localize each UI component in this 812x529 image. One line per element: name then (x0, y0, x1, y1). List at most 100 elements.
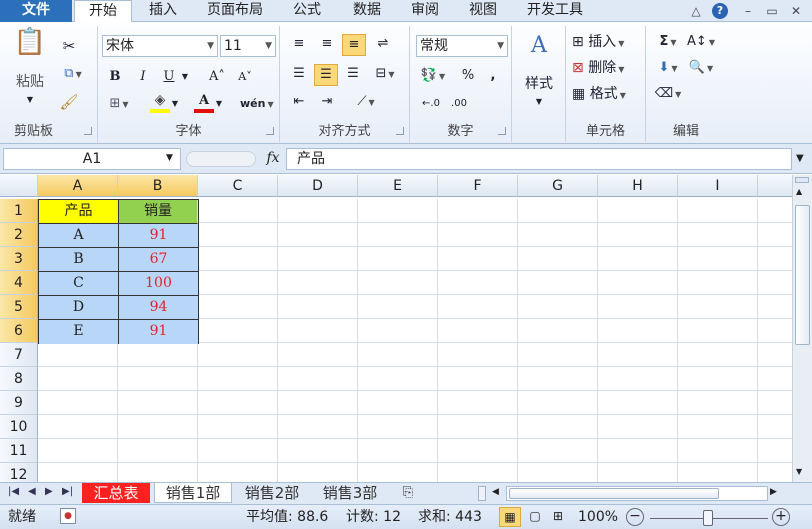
align-left-icon[interactable]: ☰ (288, 64, 310, 86)
table-cell-sales[interactable]: 94 (119, 296, 198, 320)
first-sheet-icon[interactable]: |◀ (8, 486, 19, 497)
increase-indent-icon[interactable]: ⇥ (316, 92, 338, 114)
table-cell-sales[interactable]: 100 (119, 272, 198, 296)
tab-insert[interactable]: 插入 (140, 0, 186, 22)
cut-icon[interactable]: ✂ (58, 36, 80, 58)
minimize-window-icon[interactable]: – (740, 3, 756, 19)
chevron-down-icon[interactable]: ▼ (170, 94, 180, 116)
row-header[interactable]: 2 (0, 223, 38, 247)
font-name-select[interactable]: 宋体 ▼ (102, 35, 218, 57)
dialog-launcher-icon[interactable] (498, 127, 506, 135)
bold-button[interactable]: B (104, 67, 126, 89)
next-sheet-icon[interactable]: ▶ (45, 486, 53, 497)
select-all-corner[interactable] (0, 175, 38, 197)
zoom-out-icon[interactable]: − (626, 508, 644, 526)
autosum-icon[interactable]: Σ ▼ (654, 32, 682, 54)
row-header[interactable]: 3 (0, 247, 38, 271)
close-window-icon[interactable]: ✕ (788, 3, 804, 19)
horizontal-scrollbar[interactable] (506, 486, 768, 501)
number-format-select[interactable]: 常规 ▼ (416, 35, 508, 57)
split-box[interactable] (795, 177, 809, 183)
scroll-up-icon[interactable]: ▲ (796, 187, 802, 196)
fill-color-icon[interactable]: ◈ (150, 92, 170, 113)
sheet-tab[interactable]: 汇总表 (82, 483, 150, 503)
column-header[interactable]: I (678, 175, 758, 197)
scroll-down-icon[interactable]: ▼ (796, 467, 802, 476)
scroll-right-icon[interactable]: ▶ (770, 487, 777, 497)
dialog-launcher-icon[interactable] (396, 127, 404, 135)
zoom-level[interactable]: 100% (578, 505, 618, 529)
name-box[interactable]: A1 (3, 148, 181, 170)
grow-font-button[interactable]: A˄ (204, 67, 230, 89)
expand-formula-bar-icon[interactable]: ▼ (796, 153, 804, 164)
column-header[interactable] (758, 175, 792, 197)
font-size-select[interactable]: 11 ▼ (220, 35, 276, 57)
zoom-slider-thumb[interactable] (703, 510, 713, 526)
increase-decimal-icon[interactable]: ←.0 (418, 94, 444, 116)
column-header[interactable]: D (278, 175, 358, 197)
table-cell-product[interactable]: B (39, 248, 119, 272)
table-cell-sales[interactable]: 91 (119, 320, 198, 344)
tab-review[interactable]: 审阅 (402, 0, 448, 22)
macro-record-icon[interactable]: ● (60, 508, 76, 524)
row-header[interactable]: 12 (0, 463, 38, 482)
chevron-down-icon[interactable]: ▼ (531, 92, 547, 114)
tab-formulas[interactable]: 公式 (284, 0, 330, 22)
border-icon[interactable]: ⊞ ▼ (104, 94, 134, 116)
table-cell-product[interactable]: C (39, 272, 119, 296)
table-header-sales[interactable]: 销量 (119, 200, 198, 224)
orientation-icon[interactable]: ⟋ ▼ (350, 92, 382, 114)
phonetic-icon[interactable]: wén ▼ (240, 94, 274, 116)
sheet-tab[interactable]: 销售2部 (236, 483, 308, 503)
table-cell-sales[interactable]: 91 (119, 224, 198, 248)
percent-button[interactable]: % (458, 66, 478, 88)
chevron-down-icon[interactable]: ▼ (22, 90, 38, 112)
align-bottom-icon[interactable]: ≡ (342, 34, 366, 56)
dialog-launcher-icon[interactable] (266, 127, 274, 135)
italic-button[interactable]: I (132, 67, 154, 89)
align-top-icon[interactable]: ≡ (288, 34, 310, 56)
row-header[interactable]: 8 (0, 367, 38, 391)
scroll-left-icon[interactable]: ◀ (492, 487, 499, 497)
scroll-thumb[interactable] (795, 205, 810, 345)
restore-window-icon[interactable]: ▭ (764, 3, 780, 19)
font-color-icon[interactable]: A (194, 92, 214, 113)
horizontal-scroll-thumb[interactable] (509, 488, 719, 499)
tab-file[interactable]: 文件 (0, 0, 72, 22)
column-header[interactable]: A (38, 175, 118, 197)
row-header[interactable]: 4 (0, 271, 38, 295)
clear-icon[interactable]: ⌫ ▼ (654, 84, 682, 106)
help-icon[interactable]: ? (712, 3, 728, 19)
comma-button[interactable]: , (486, 66, 500, 88)
table-cell-product[interactable]: A (39, 224, 119, 248)
minimize-ribbon-icon[interactable]: △ (688, 3, 704, 19)
decrease-decimal-icon[interactable]: .00 (446, 94, 472, 116)
dialog-launcher-icon[interactable] (84, 127, 92, 135)
row-header[interactable]: 1 (0, 199, 38, 223)
sort-filter-icon[interactable]: A↕ ▼ (686, 32, 716, 54)
table-cell-product[interactable]: D (39, 296, 119, 320)
vertical-scrollbar[interactable]: ▲ ▼ (792, 175, 812, 482)
column-header[interactable]: F (438, 175, 518, 197)
insert-sheet-icon[interactable]: ⎘ (394, 483, 422, 503)
row-header[interactable]: 6 (0, 319, 38, 343)
formula-input[interactable]: 产品 (286, 148, 792, 170)
currency-icon[interactable]: 💱 ▼ (418, 66, 448, 88)
sheet-tab[interactable]: 销售3部 (314, 483, 386, 503)
column-header[interactable]: H (598, 175, 678, 197)
format-cells-button[interactable]: ▦ 格式 ▼ (572, 84, 642, 106)
delete-cells-button[interactable]: ⊠ 删除 ▼ (572, 58, 642, 80)
decrease-indent-icon[interactable]: ⇤ (288, 92, 310, 114)
row-header[interactable]: 9 (0, 391, 38, 415)
formula-bar-splitter[interactable] (186, 151, 256, 167)
insert-cells-button[interactable]: ⊞ 插入 ▼ (572, 32, 642, 54)
wrap-text-icon[interactable]: ⇌ (372, 34, 394, 56)
table-header-product[interactable]: 产品 (39, 200, 119, 224)
align-right-icon[interactable]: ☰ (342, 64, 364, 86)
last-sheet-icon[interactable]: ▶| (62, 486, 73, 497)
row-header[interactable]: 11 (0, 439, 38, 463)
shrink-font-button[interactable]: A˅ (232, 67, 258, 89)
merge-center-icon[interactable]: ⊟ ▼ (370, 64, 400, 86)
row-header[interactable]: 7 (0, 343, 38, 367)
tab-view[interactable]: 视图 (460, 0, 506, 22)
